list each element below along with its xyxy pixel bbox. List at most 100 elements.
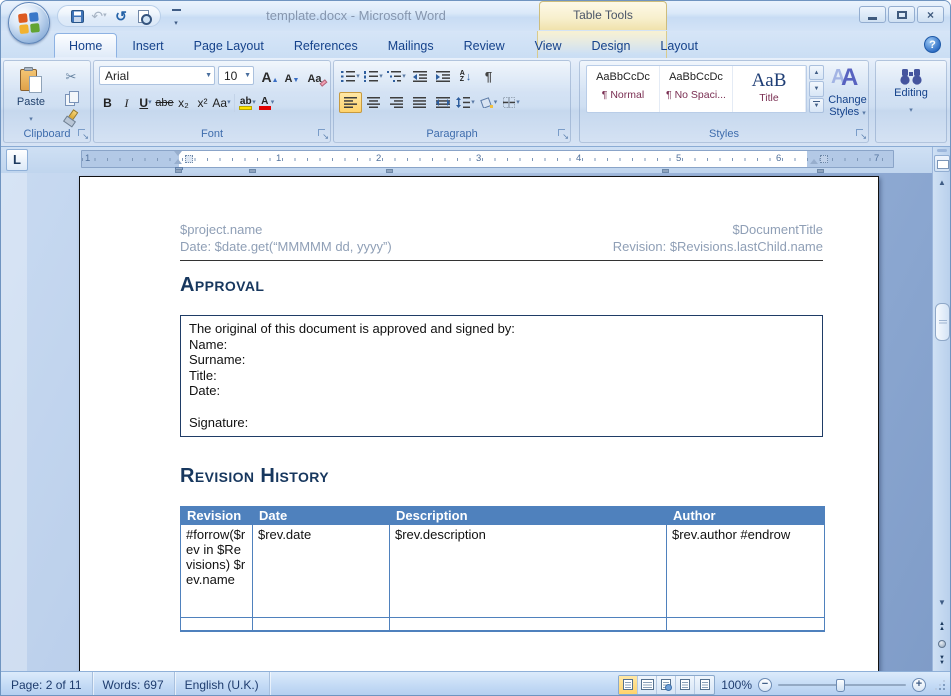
borders-button[interactable]: ▾ [500, 92, 523, 113]
font-name-combobox[interactable]: Arial▼ [99, 66, 215, 85]
outline-view-button[interactable] [676, 676, 695, 694]
zoom-out-button[interactable]: − [758, 678, 772, 692]
save-button[interactable] [68, 7, 86, 25]
tab-references[interactable]: References [279, 33, 373, 58]
clipboard-dialog-launcher[interactable] [77, 128, 88, 139]
numbering-button[interactable]: ▾ [362, 66, 385, 87]
styles-dialog-launcher[interactable] [855, 128, 866, 139]
cell-revision[interactable] [181, 618, 253, 631]
font-dialog-launcher[interactable] [317, 128, 328, 139]
shrink-font-button[interactable]: A▼ [282, 66, 302, 85]
text-highlight-button[interactable]: ab▾ [238, 93, 257, 114]
print-layout-view-button[interactable] [619, 676, 638, 694]
cell-author[interactable] [667, 618, 825, 631]
col-header-revision[interactable]: Revision [181, 507, 253, 525]
help-button[interactable]: ? [924, 36, 941, 53]
print-preview-button[interactable] [134, 7, 152, 25]
font-color-button[interactable]: A▾ [257, 93, 276, 114]
scroll-up-button[interactable]: ▲ [934, 175, 950, 191]
close-button[interactable]: × [917, 6, 944, 23]
redo-button[interactable]: ↺ [112, 7, 130, 25]
word-count[interactable]: Words: 697 [93, 672, 175, 696]
col-header-description[interactable]: Description [390, 507, 667, 525]
clear-formatting-button[interactable]: Aa [305, 66, 329, 85]
tab-insert[interactable]: Insert [117, 33, 178, 58]
superscript-button[interactable]: x² [193, 93, 212, 114]
horizontal-ruler[interactable]: 1 1 2 3 4 5 6 7 [81, 150, 894, 168]
split-window-handle[interactable] [937, 149, 947, 152]
tab-home[interactable]: Home [54, 33, 117, 58]
grow-font-button[interactable]: A▲ [259, 66, 281, 85]
line-spacing-button[interactable]: ▾ [454, 92, 477, 113]
tab-design[interactable]: Design [576, 33, 645, 58]
approval-box[interactable]: The original of this document is approve… [180, 315, 823, 437]
editing-button[interactable]: Editing ▾ [876, 65, 946, 117]
col-header-author[interactable]: Author [667, 507, 825, 525]
sort-button[interactable]: AZ↓ [454, 66, 477, 87]
justify-button[interactable] [408, 92, 431, 113]
web-layout-view-button[interactable] [657, 676, 676, 694]
cell-description[interactable]: $rev.description [390, 525, 667, 618]
styles-scroll-up-button[interactable]: ▲ [809, 65, 824, 80]
cell-description[interactable] [390, 618, 667, 631]
ruler-toggle-button[interactable] [934, 155, 950, 172]
revision-history-table[interactable]: Revision Date Description Author #forrow… [180, 506, 825, 632]
bullets-button[interactable]: ▾ [339, 66, 362, 87]
page-indicator[interactable]: Page: 2 of 11 [1, 672, 93, 696]
office-button[interactable] [8, 2, 50, 44]
draft-view-button[interactable] [695, 676, 714, 694]
show-hide-button[interactable]: ¶ [477, 66, 500, 87]
scrollbar-thumb[interactable] [935, 303, 950, 341]
document-page[interactable]: $project.name $DocumentTitle Date: $date… [79, 176, 879, 671]
copy-button[interactable] [60, 87, 82, 107]
tab-layout[interactable]: Layout [645, 33, 713, 58]
zoom-slider-thumb[interactable] [836, 679, 845, 692]
style-no-spacing[interactable]: AaBbCcDc ¶ No Spaci... [660, 66, 733, 112]
shading-button[interactable]: ▾ [477, 92, 500, 113]
resize-grip[interactable] [934, 679, 946, 691]
styles-scroll-down-button[interactable]: ▼ [809, 81, 824, 96]
bold-button[interactable]: B [98, 93, 117, 114]
right-indent-marker[interactable] [810, 151, 819, 167]
distributed-button[interactable] [431, 92, 454, 113]
italic-button[interactable]: I [117, 93, 136, 114]
multilevel-list-button[interactable]: ▾ [385, 66, 408, 87]
change-styles-button[interactable]: A A Change Styles ▾ [828, 64, 867, 126]
next-page-button[interactable]: ▼▼ [934, 653, 950, 668]
align-right-button[interactable] [385, 92, 408, 113]
cut-button[interactable]: ✂ [60, 67, 82, 87]
tab-view[interactable]: View [520, 33, 577, 58]
decrease-indent-button[interactable] [408, 66, 431, 87]
paste-button[interactable]: Paste ▾ [10, 65, 52, 129]
increase-indent-button[interactable] [431, 66, 454, 87]
change-case-button[interactable]: Aa▾ [212, 93, 231, 114]
cell-author[interactable]: $rev.author #endrow [667, 525, 825, 618]
language-indicator[interactable]: English (U.K.) [175, 672, 270, 696]
align-left-button[interactable] [339, 92, 362, 113]
cell-date[interactable]: $rev.date [253, 525, 390, 618]
select-browse-object-button[interactable] [934, 636, 950, 651]
table-grid-marker[interactable] [185, 155, 193, 163]
style-title[interactable]: AaB Title [733, 66, 806, 112]
zoom-level-button[interactable]: 100% [721, 678, 752, 692]
cell-date[interactable] [253, 618, 390, 631]
customize-qat-button[interactable]: ▾ [169, 9, 183, 30]
previous-page-button[interactable]: ▲▲ [934, 619, 950, 634]
maximize-button[interactable] [888, 6, 915, 23]
tab-mailings[interactable]: Mailings [373, 33, 449, 58]
font-size-combobox[interactable]: 10▼ [218, 66, 254, 85]
style-normal[interactable]: AaBbCcDc ¶ Normal [587, 66, 660, 112]
center-button[interactable] [362, 92, 385, 113]
zoom-slider[interactable] [778, 678, 906, 692]
indent-marker[interactable] [174, 151, 183, 167]
cell-revision[interactable]: #forrow($rev in $Revisions) $rev.name [181, 525, 253, 618]
underline-button[interactable]: U▾ [136, 93, 155, 114]
col-header-date[interactable]: Date [253, 507, 390, 525]
strikethrough-button[interactable]: abe [155, 93, 174, 114]
paragraph-dialog-launcher[interactable] [557, 128, 568, 139]
tab-page-layout[interactable]: Page Layout [179, 33, 279, 58]
format-painter-button[interactable] [60, 107, 82, 127]
minimize-button[interactable] [859, 6, 886, 23]
full-screen-reading-view-button[interactable] [638, 676, 657, 694]
styles-more-button[interactable]: ▼ [809, 98, 824, 113]
